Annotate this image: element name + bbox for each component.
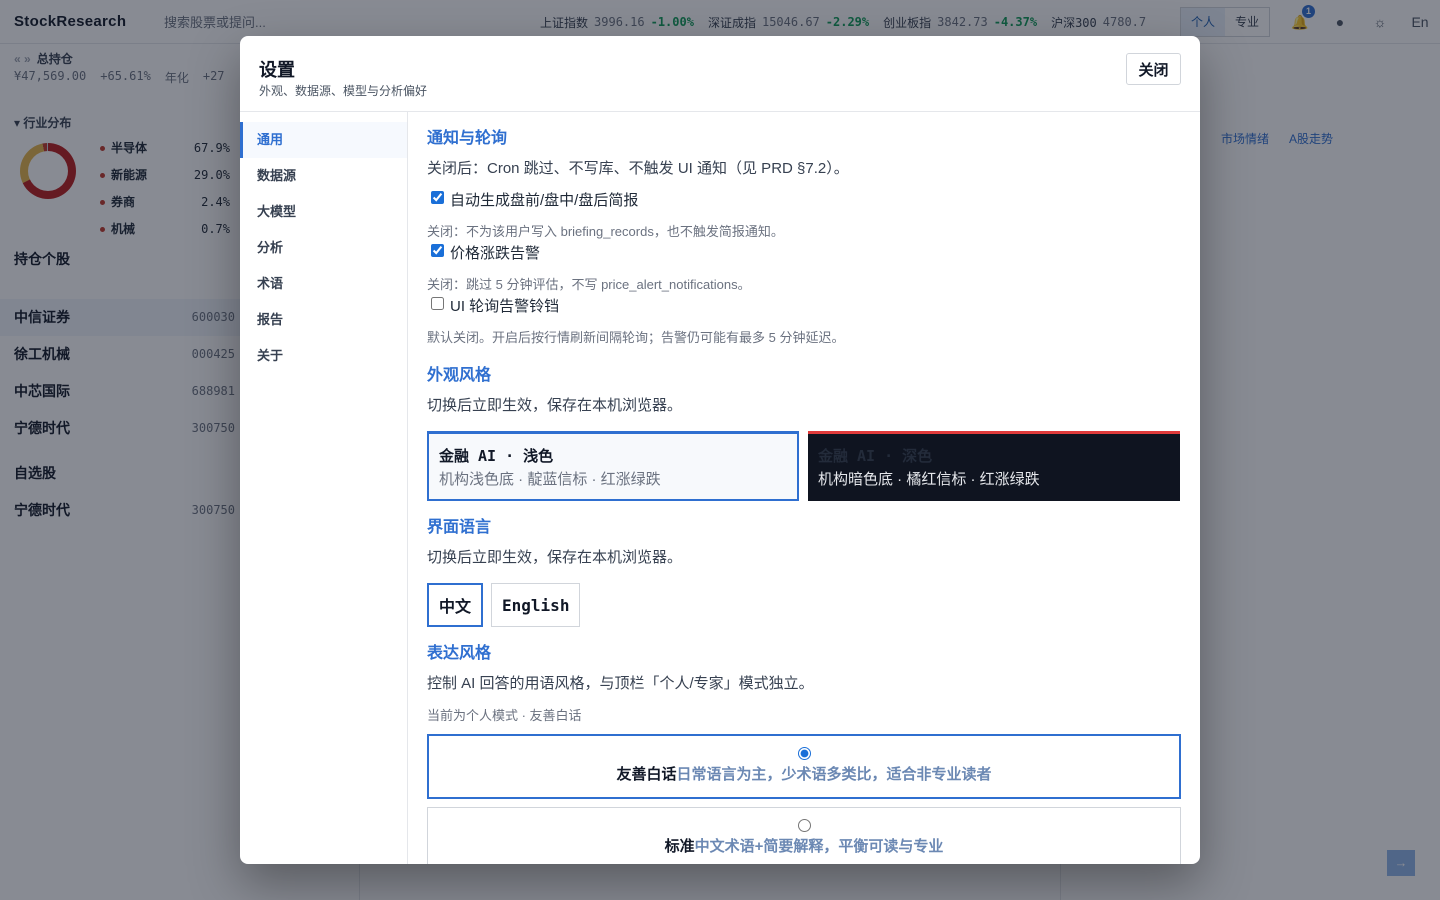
notify-section-desc: 关闭后：Cron 跳过、不写库、不触发 UI 通知（见 PRD §7.2）。 bbox=[427, 160, 849, 177]
settings-content[interactable]: 通知与轮询 关闭后：Cron 跳过、不写库、不触发 UI 通知（见 PRD §7… bbox=[409, 112, 1200, 864]
price-alert-checkbox[interactable] bbox=[431, 243, 444, 257]
theme-options: 金融 AI · 浅色 机构浅色底 · 靛蓝信标 · 红涨绿跌 金融 AI · 深… bbox=[427, 431, 1181, 501]
bell-poll-hint: 默认关闭。开启后按行情刷新间隔轮询；告警仍可能有最多 5 分钟延迟。 bbox=[427, 330, 845, 345]
language-options: 中文 English bbox=[427, 583, 1181, 627]
briefing-checkbox[interactable] bbox=[431, 190, 444, 204]
close-button[interactable]: 关闭 bbox=[1126, 53, 1181, 85]
language-section-desc: 切换后立即生效，保存在本机浏览器。 bbox=[427, 549, 683, 566]
price-alert-hint: 关闭：跳过 5 分钟评估，不写 price_alert_notification… bbox=[427, 277, 751, 292]
theme-desc: 机构浅色底 · 靛蓝信标 · 红涨绿跌 bbox=[439, 471, 661, 488]
style-standard-radio[interactable] bbox=[797, 819, 811, 832]
theme-light-option[interactable]: 金融 AI · 浅色 机构浅色底 · 靛蓝信标 · 红涨绿跌 bbox=[427, 431, 799, 501]
price-alert-label: 价格涨跌告警 bbox=[450, 245, 541, 262]
dialog-header: 设置 外观、数据源、模型与分析偏好 关闭 bbox=[240, 36, 1200, 112]
nav-item-reports[interactable]: 报告 bbox=[240, 302, 407, 338]
style-option-desc: 日常语言为主，少术语多类比，适合非专业读者 bbox=[676, 766, 992, 783]
bell-poll-checkbox[interactable] bbox=[431, 296, 444, 310]
appearance-section-title: 外观风格 bbox=[427, 367, 492, 384]
style-option-name: 友善白话 bbox=[616, 766, 677, 783]
language-section-title: 界面语言 bbox=[427, 519, 492, 536]
style-option-desc: 中文术语+简要解释，平衡可读与专业 bbox=[694, 838, 944, 855]
dialog-subtitle: 外观、数据源、模型与分析偏好 bbox=[259, 84, 428, 98]
price-alert-toggle[interactable]: 价格涨跌告警 bbox=[427, 243, 1181, 265]
style-section-title: 表达风格 bbox=[427, 645, 492, 662]
theme-name: 金融 AI · 浅色 bbox=[439, 447, 554, 465]
style-friendly-radio[interactable] bbox=[797, 747, 811, 760]
nav-item-analysis[interactable]: 分析 bbox=[240, 230, 407, 266]
theme-dark-option[interactable]: 金融 AI · 深色 机构暗色底 · 橘红信标 · 红涨绿跌 bbox=[808, 431, 1180, 501]
style-option-standard[interactable]: 标准中文术语+简要解释，平衡可读与专业 bbox=[427, 807, 1181, 864]
briefing-toggle[interactable]: 自动生成盘前/盘中/盘后简报 bbox=[427, 190, 1181, 212]
briefing-label: 自动生成盘前/盘中/盘后简报 bbox=[450, 192, 639, 209]
nav-item-llm[interactable]: 大模型 bbox=[240, 194, 407, 230]
theme-name: 金融 AI · 深色 bbox=[818, 447, 933, 465]
dialog-title: 设置 bbox=[259, 60, 295, 80]
nav-item-glossary[interactable]: 术语 bbox=[240, 266, 407, 302]
nav-item-about[interactable]: 关于 bbox=[240, 338, 407, 374]
style-option-friendly[interactable]: 友善白话日常语言为主，少术语多类比，适合非专业读者 bbox=[427, 734, 1181, 799]
language-zh-button[interactable]: 中文 bbox=[427, 583, 484, 627]
style-option-name: 标准 bbox=[664, 838, 695, 855]
language-en-button[interactable]: English bbox=[491, 583, 581, 627]
bell-poll-label: UI 轮询告警铃铛 bbox=[450, 298, 560, 315]
nav-item-data-source[interactable]: 数据源 bbox=[240, 158, 407, 194]
appearance-section-desc: 切换后立即生效，保存在本机浏览器。 bbox=[427, 397, 683, 414]
current-mode-note: 当前为个人模式 · 友善白话 bbox=[427, 708, 582, 723]
notify-section-title: 通知与轮询 bbox=[427, 130, 508, 147]
bell-poll-toggle[interactable]: UI 轮询告警铃铛 bbox=[427, 296, 1181, 318]
style-section-desc: 控制 AI 回答的用语风格，与顶栏「个人/专家」模式独立。 bbox=[427, 675, 814, 692]
settings-nav: 通用 数据源 大模型 分析 术语 报告 关于 bbox=[240, 112, 408, 864]
theme-desc: 机构暗色底 · 橘红信标 · 红涨绿跌 bbox=[818, 471, 1040, 488]
briefing-hint: 关闭：不为该用户写入 briefing_records，也不触发简报通知。 bbox=[427, 224, 784, 239]
settings-dialog: 设置 外观、数据源、模型与分析偏好 关闭 通用 数据源 大模型 分析 术语 报告… bbox=[240, 36, 1200, 864]
nav-item-general[interactable]: 通用 bbox=[240, 122, 407, 158]
